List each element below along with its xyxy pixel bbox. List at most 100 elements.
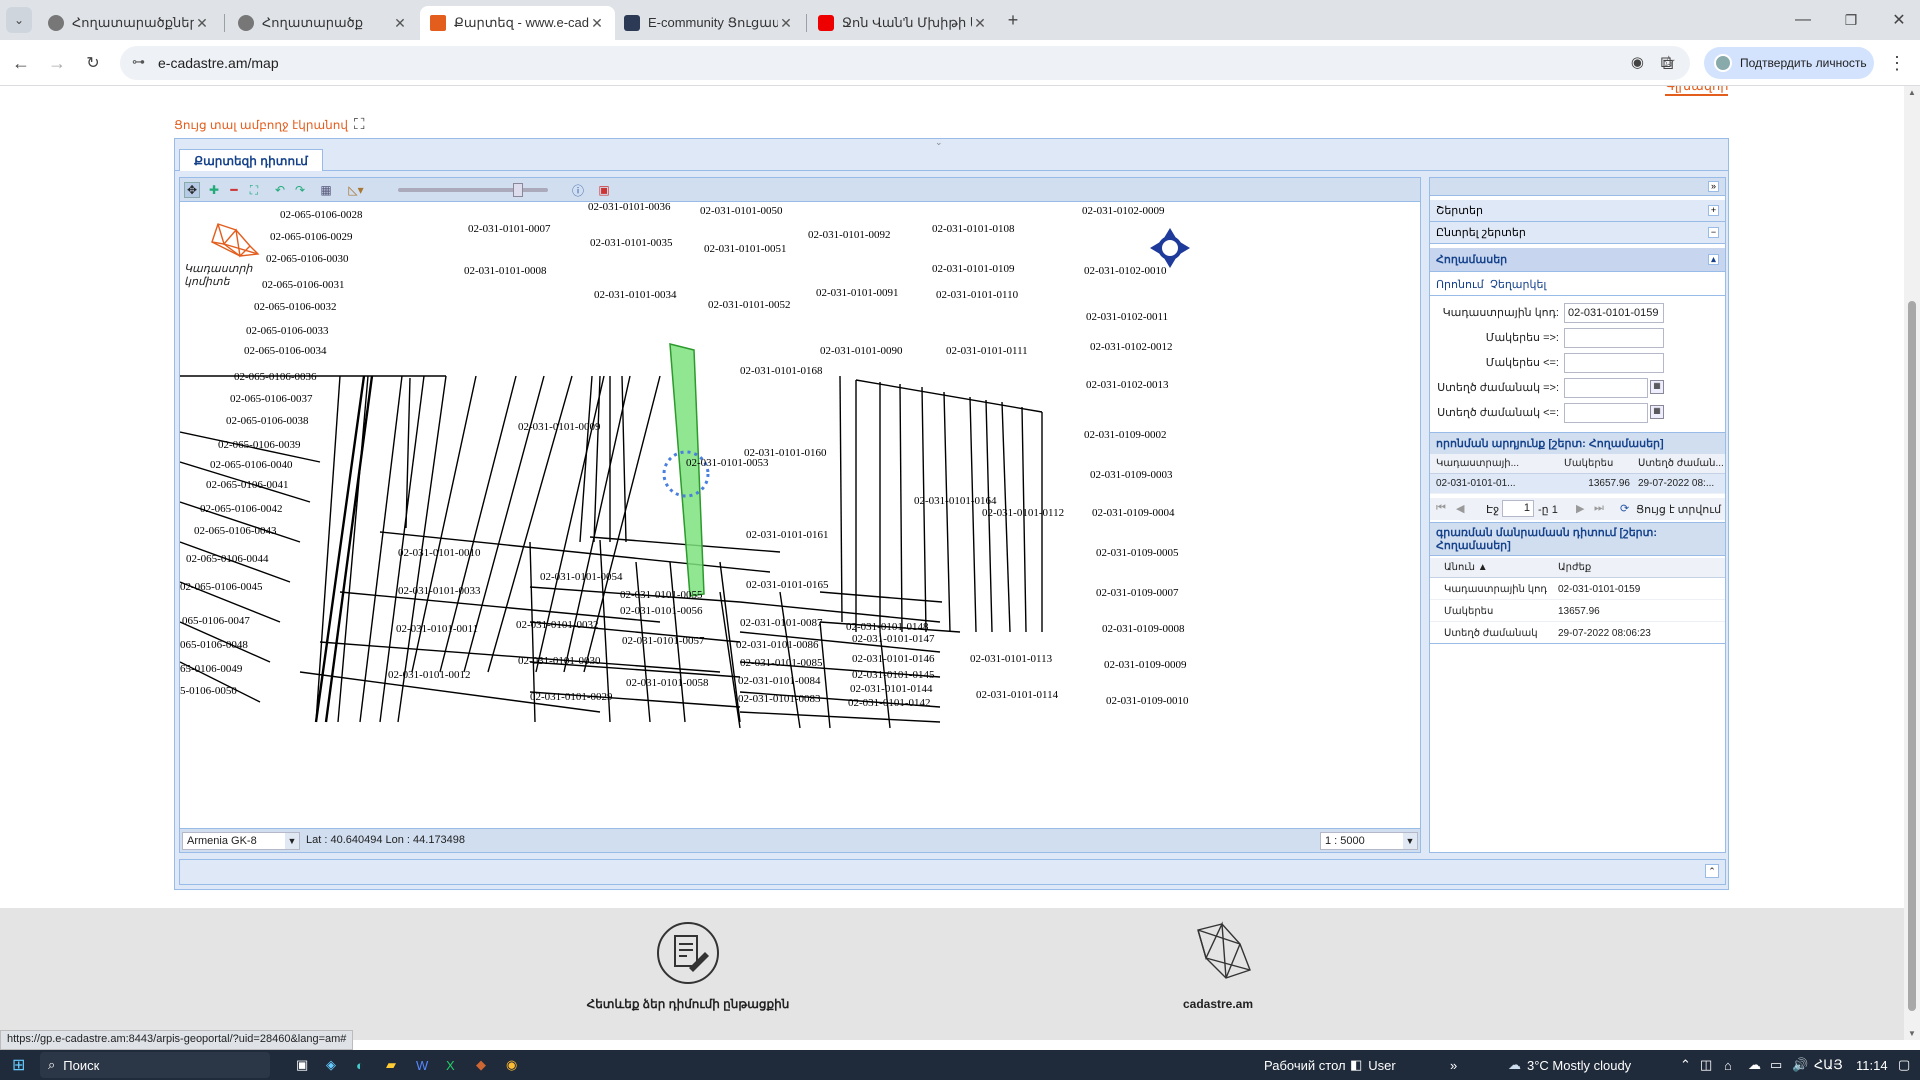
col-cadastral[interactable]: Կադաստրայի...: [1436, 458, 1536, 469]
collapse-icon[interactable]: ▴: [1708, 254, 1719, 265]
redo-icon[interactable]: ↷: [292, 182, 308, 198]
browser-tab-5[interactable]: Ջոն Վան'ն Մխիթի և Վարագ ✕: [808, 6, 998, 40]
cloud-sync-icon[interactable]: ☁: [1748, 1056, 1761, 1074]
col-date[interactable]: Ստեղծ ժաման...: [1638, 458, 1724, 469]
fullscreen-link[interactable]: Ցույց տալ ամբողջ էկրանով ⛶: [174, 116, 364, 133]
display-icon[interactable]: ▭: [1770, 1056, 1782, 1074]
track-application-link[interactable]: Հետևեք ձեր դիմումի ընթացքին: [568, 918, 808, 1011]
url-input[interactable]: ⊶ e-cadastre.am/map ◉ ☆: [120, 46, 1690, 80]
network-icon[interactable]: ⌂: [1724, 1056, 1732, 1074]
close-icon[interactable]: ✕: [778, 15, 794, 32]
tray-chevron-icon[interactable]: ⌃: [1680, 1056, 1691, 1074]
scroll-down-icon[interactable]: ▼: [1908, 1029, 1916, 1038]
copilot-icon[interactable]: ◈: [326, 1056, 336, 1074]
date-from-input[interactable]: [1564, 378, 1648, 398]
taskbar-search[interactable]: ⌕ Поиск: [40, 1052, 270, 1078]
accordion-parcels[interactable]: Հողամասեր ▴: [1430, 248, 1725, 272]
first-page-icon[interactable]: ⏮: [1436, 502, 1446, 515]
eye-off-icon[interactable]: ◉: [1631, 53, 1644, 71]
zoom-extent-icon[interactable]: ⛶: [246, 182, 262, 198]
prev-page-icon[interactable]: ◀: [1456, 502, 1464, 515]
info-icon[interactable]: ⓘ: [570, 182, 586, 198]
overflow-icon[interactable]: »: [1450, 1056, 1457, 1074]
col-name[interactable]: Անուն ▲: [1444, 562, 1488, 573]
cadastral-map[interactable]: 02-065-0106-0028 02-065-0106-0029 02-065-0…: [180, 202, 1420, 828]
home-link[interactable]: Գլխավոր: [1665, 86, 1729, 96]
clock[interactable]: 11:14: [1856, 1056, 1888, 1074]
expand-up-icon[interactable]: ⌃: [1705, 864, 1719, 878]
calendar-icon[interactable]: ▦: [1650, 405, 1664, 419]
verify-identity-button[interactable]: Подтвердить личность: [1704, 47, 1874, 79]
back-icon[interactable]: ←: [8, 50, 34, 76]
volume-icon[interactable]: 🔊: [1792, 1056, 1808, 1074]
calendar-icon[interactable]: ▦: [1650, 380, 1664, 394]
page-input[interactable]: 1: [1502, 500, 1534, 517]
tab-clear[interactable]: Չեղարկել: [1490, 278, 1546, 291]
map-canvas[interactable]: 02-065-0106-0028 02-065-0106-0029 02-065-0…: [180, 202, 1420, 828]
pan-icon[interactable]: ✥: [184, 182, 200, 198]
windows-start-icon[interactable]: ⊞: [12, 1056, 25, 1074]
col-value[interactable]: Արժեք: [1558, 562, 1591, 573]
col-area[interactable]: Մակերես: [1564, 458, 1634, 469]
desktop-toolbar-label[interactable]: Рабочий стол: [1264, 1056, 1346, 1074]
date-to-input[interactable]: [1564, 403, 1648, 423]
scrollbar-thumb[interactable]: [1908, 301, 1916, 1011]
task-view-icon[interactable]: ▣: [296, 1056, 308, 1074]
tab-search[interactable]: Որոնում: [1436, 278, 1484, 291]
tray-app-icon[interactable]: ◫: [1700, 1056, 1712, 1074]
selected-parcel[interactable]: [669, 343, 705, 597]
language-indicator[interactable]: ՀԱՅ: [1814, 1056, 1843, 1074]
tab-map-view[interactable]: Քարտեզի դիտում: [179, 149, 323, 171]
minimize-icon[interactable]: —: [1790, 7, 1816, 33]
refresh-icon[interactable]: ⟳: [1620, 502, 1629, 515]
close-icon[interactable]: ✕: [589, 15, 605, 32]
accordion-selected-layers[interactable]: Ընտրել շերտեր −: [1430, 222, 1725, 244]
last-page-icon[interactable]: ⏭: [1594, 502, 1604, 515]
edge-icon[interactable]: ◐: [356, 1056, 364, 1074]
new-tab-icon[interactable]: +: [1000, 7, 1026, 33]
expand-icon[interactable]: +: [1708, 205, 1719, 216]
tab-search-icon[interactable]: ⌄: [6, 7, 32, 33]
close-icon[interactable]: ✕: [392, 15, 408, 32]
zoom-slider-thumb[interactable]: [513, 183, 523, 197]
area-to-input[interactable]: [1564, 353, 1664, 373]
cadastral-code-input[interactable]: 02-031-0101-0159: [1564, 303, 1664, 323]
zoom-in-icon[interactable]: ✚: [206, 182, 222, 198]
chrome-icon[interactable]: ◉: [506, 1056, 517, 1074]
select-icon[interactable]: ▦: [318, 182, 334, 198]
weather-widget[interactable]: ☁ 3°C Mostly cloudy: [1508, 1056, 1631, 1074]
user-toolbar[interactable]: ◧ User: [1350, 1056, 1396, 1074]
browser-tab-4[interactable]: E-community Ցուցատախտակ ✕: [614, 6, 804, 40]
close-window-icon[interactable]: ✕: [1886, 7, 1912, 33]
close-icon[interactable]: ✕: [194, 15, 210, 32]
measure-icon[interactable]: ◺▾: [344, 182, 368, 198]
scroll-up-icon[interactable]: ▲: [1908, 88, 1916, 97]
map-navigation-icon[interactable]: [1150, 228, 1190, 268]
notifications-icon[interactable]: ▢: [1898, 1056, 1910, 1074]
projection-select[interactable]: Armenia GK-8 ▼: [182, 832, 300, 850]
app-icon[interactable]: ◆: [476, 1056, 486, 1074]
file-explorer-icon[interactable]: ▰: [386, 1056, 396, 1074]
browser-tab-2[interactable]: Հողատարածք ✕: [228, 6, 418, 40]
accordion-layers[interactable]: Շերտեր +: [1430, 200, 1725, 222]
page-scrollbar[interactable]: ▲ ▼: [1904, 86, 1920, 1040]
scale-select[interactable]: 1 : 5000 ▼: [1320, 832, 1418, 850]
excel-icon[interactable]: X: [446, 1056, 455, 1074]
forward-icon[interactable]: →: [44, 50, 70, 76]
reload-icon[interactable]: ↻: [80, 50, 106, 76]
zoom-slider[interactable]: [398, 183, 548, 197]
site-info-icon[interactable]: ⊶: [132, 54, 145, 70]
extensions-icon[interactable]: ⧉: [1654, 50, 1680, 76]
collapse-icon[interactable]: −: [1708, 227, 1719, 238]
collapse-right-icon[interactable]: »: [1708, 181, 1719, 192]
area-from-input[interactable]: [1564, 328, 1664, 348]
results-row[interactable]: 02-031-0101-01... 13657.96 29-07-2022 08…: [1430, 474, 1725, 494]
zoom-out-icon[interactable]: ━: [226, 182, 242, 198]
restore-icon[interactable]: ❐: [1838, 7, 1864, 33]
menu-icon[interactable]: ⋮: [1884, 50, 1910, 76]
close-icon[interactable]: ✕: [972, 15, 988, 32]
word-icon[interactable]: W: [416, 1056, 428, 1074]
browser-tab-3[interactable]: Քարտեզ - www.e-cadastre.am ✕: [420, 6, 615, 40]
next-page-icon[interactable]: ▶: [1576, 502, 1584, 515]
print-icon[interactable]: ▣: [596, 182, 612, 198]
